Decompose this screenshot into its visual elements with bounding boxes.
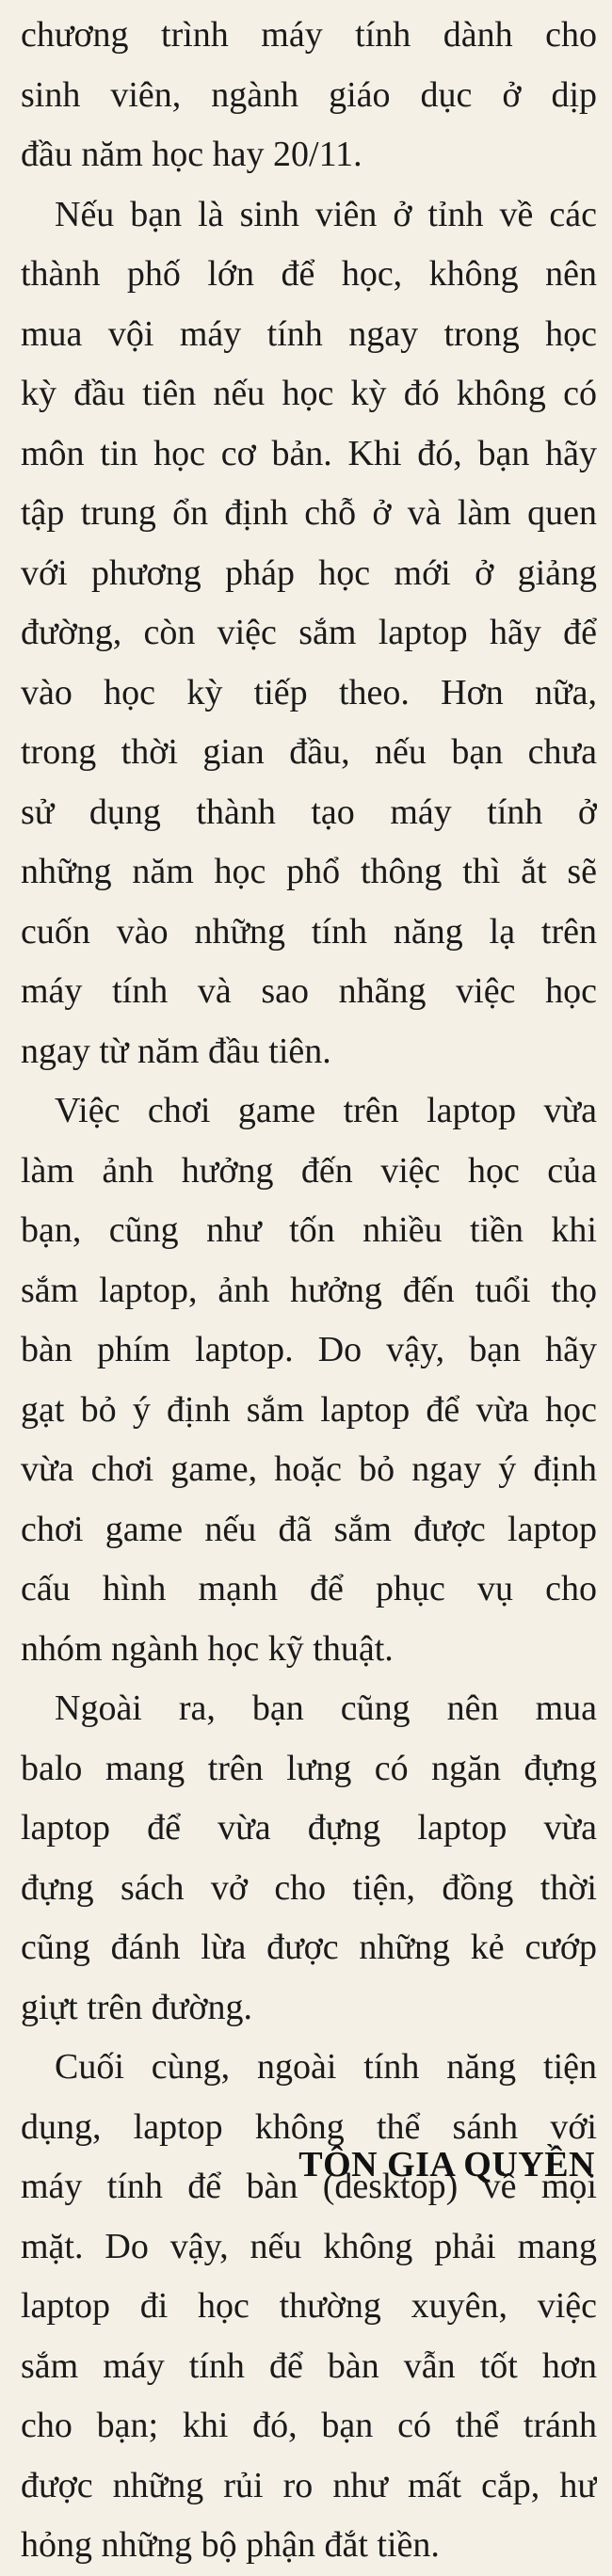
text-line: bàn phím laptop. Do vậy, bạn hãy xyxy=(21,1330,597,1369)
text-line: chơi game nếu đã sắm được laptop xyxy=(21,1509,597,1549)
text-line: bạn, cũng như tốn nhiều tiền khi xyxy=(21,1210,597,1250)
text-line: cuốn vào những tính năng lạ trên xyxy=(21,911,597,952)
article-body: chương trình máy tính dành cho sinh viên… xyxy=(21,6,597,2576)
text-line: chương trình máy tính dành cho xyxy=(21,15,597,55)
text-line: Cuối cùng, ngoài tính năng tiện xyxy=(55,2047,597,2087)
text-line: nhóm ngành học kỹ thuật. xyxy=(21,1628,394,1669)
text-line: môn tin học cơ bản. Khi đó, bạn hãy xyxy=(21,433,597,473)
text-line: sắm laptop, ảnh hưởng đến tuổi thọ xyxy=(21,1270,597,1310)
text-line: vừa chơi game, hoặc bỏ ngay ý định xyxy=(21,1449,597,1489)
text-line: đầu năm học hay 20/11. xyxy=(21,135,362,174)
paragraph: Việc chơi game trên laptop vừa làm ảnh h… xyxy=(21,1081,597,1679)
text-line: với phương pháp học mới ở giảng xyxy=(21,552,597,593)
text-line: ngay từ năm đầu tiên. xyxy=(21,1031,331,1071)
text-line: đường, còn việc sắm laptop hãy để xyxy=(21,613,597,652)
text-line: trong thời gian đầu, nếu bạn chưa xyxy=(21,732,597,772)
text-line: gạt bỏ ý định sắm laptop để vừa học xyxy=(21,1389,597,1430)
text-line: Ngoài ra, bạn cũng nên mua xyxy=(55,1688,597,1728)
text-line: cũng đánh lừa được những kẻ cướp xyxy=(21,1928,597,1967)
paragraph: chương trình máy tính dành cho sinh viên… xyxy=(21,6,597,185)
text-line: Nếu bạn là sinh viên ở tỉnh về các xyxy=(55,194,597,234)
text-line: sinh viên, ngành giáo dục ở dịp xyxy=(21,74,597,115)
text-line: cấu hình mạnh để phục vụ cho xyxy=(21,1569,597,1608)
paragraph: Ngoài ra, bạn cũng nên mua balo mang trê… xyxy=(21,1679,597,2038)
text-line: máy tính và sao nhãng việc học xyxy=(21,971,597,1011)
text-line: mặt. Do vậy, nếu không phải mang xyxy=(21,2226,597,2266)
text-line: laptop đi học thường xuyên, việc xyxy=(21,2286,597,2326)
text-line: mua vội máy tính ngay trong học xyxy=(21,313,597,354)
text-line: cho bạn; khi đó, bạn có thể tránh xyxy=(21,2406,597,2445)
text-line: đựng sách vở cho tiện, đồng thời xyxy=(21,1867,597,1908)
text-line: tập trung ổn định chỗ ở và làm quen xyxy=(21,493,597,533)
text-line: kỳ đầu tiên nếu học kỳ đó không có xyxy=(21,374,597,413)
paragraph: Nếu bạn là sinh viên ở tỉnh về các thành… xyxy=(21,185,597,1082)
text-line: vào học kỳ tiếp theo. Hơn nữa, xyxy=(21,672,597,712)
text-line: sử dụng thành tạo máy tính ở xyxy=(21,792,597,832)
text-line: sắm máy tính để bàn vẫn tốt hơn xyxy=(21,2345,597,2386)
author-byline: TÔN GIA QUYỀN xyxy=(298,2145,595,2184)
text-line: giựt trên đường. xyxy=(21,1987,252,2027)
text-line: hỏng những bộ phận đắt tiền. xyxy=(21,2525,440,2565)
text-line: Việc chơi game trên laptop vừa xyxy=(55,1091,597,1130)
text-line: được những rủi ro như mất cắp, hư xyxy=(21,2465,597,2505)
text-line: những năm học phổ thông thì ắt sẽ xyxy=(21,852,597,891)
text-line: laptop để vừa đựng laptop vừa xyxy=(21,1808,597,1848)
text-line: thành phố lớn để học, không nên xyxy=(21,254,597,294)
paragraph: Cuối cùng, ngoài tính năng tiện dụng, la… xyxy=(21,2038,597,2576)
text-line: balo mang trên lưng có ngăn đựng xyxy=(21,1748,597,1788)
text-line: làm ảnh hưởng đến việc học của xyxy=(21,1150,597,1191)
